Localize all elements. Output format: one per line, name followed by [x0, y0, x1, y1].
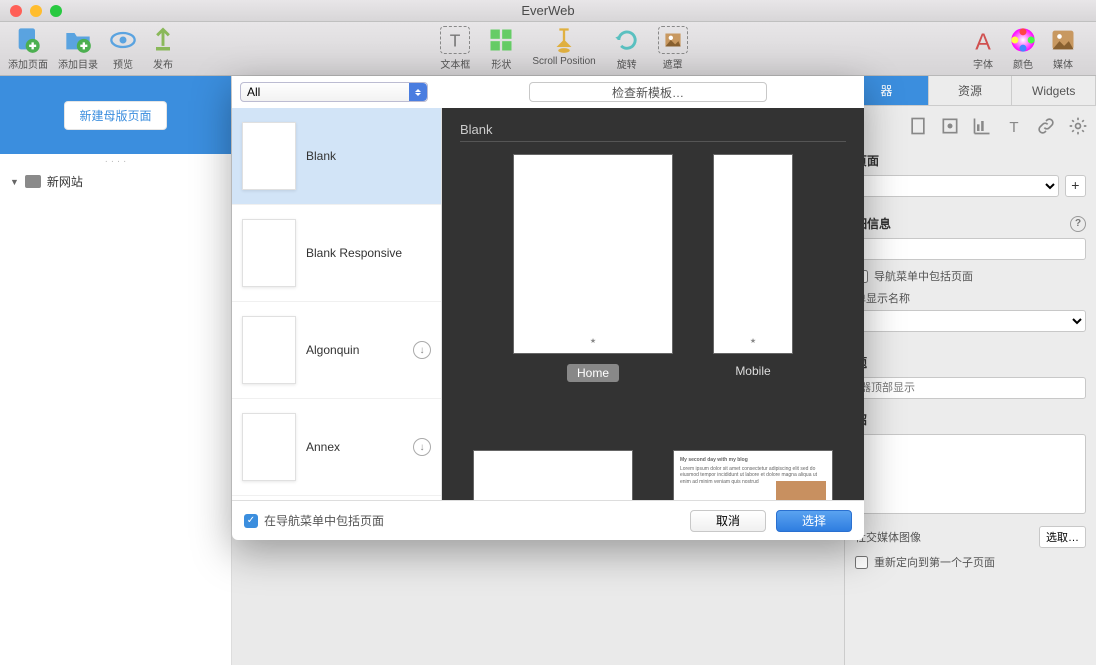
- preview-home[interactable]: ★ Home: [513, 154, 673, 382]
- template-item-annex[interactable]: Annex ↓: [232, 399, 441, 496]
- download-icon[interactable]: ↓: [413, 438, 431, 456]
- theme-section-header: 题: [855, 354, 1086, 371]
- template-thumb: [242, 413, 296, 481]
- add-directory-button[interactable]: 添加目录: [58, 26, 98, 71]
- page-select[interactable]: [855, 175, 1059, 197]
- sidebar-divider: · · · ·: [0, 154, 231, 169]
- browser-top-input[interactable]: [855, 377, 1086, 399]
- sidebar: 新建母版页面 · · · · ▼ 新网站: [0, 76, 232, 665]
- template-thumb: [242, 219, 296, 287]
- svg-text:T: T: [1009, 119, 1018, 136]
- new-master-button[interactable]: 新建母版页面: [64, 101, 166, 130]
- template-preview: Blank ★ Home ★ Mobile My second day with…: [442, 108, 864, 500]
- svg-text:A: A: [975, 28, 991, 54]
- preview-title: Blank: [460, 122, 846, 142]
- preview-page-3[interactable]: My second day with my blog Lorem ipsum d…: [673, 450, 833, 500]
- include-nav-checkbox[interactable]: ✓: [244, 514, 258, 528]
- nav-display-select[interactable]: [855, 310, 1086, 332]
- zoom-icon[interactable]: [50, 5, 62, 17]
- site-label: 新网站: [47, 173, 83, 190]
- intro-textarea[interactable]: [855, 434, 1086, 514]
- titlebar: EverWeb: [0, 0, 1096, 22]
- tab-resources[interactable]: 资源: [929, 76, 1013, 105]
- template-chooser-modal: All 检查新模板… Blank Blank Responsive Algonq…: [232, 76, 864, 540]
- page-icon[interactable]: [908, 116, 928, 136]
- cancel-button[interactable]: 取消: [690, 510, 766, 532]
- choose-button[interactable]: 选择: [776, 510, 852, 532]
- media-button[interactable]: 媒体: [1048, 26, 1078, 71]
- preview-page-2[interactable]: [473, 450, 633, 500]
- redirect-label: 重新定向到第一个子页面: [874, 554, 995, 570]
- chevron-down-icon: ▼: [10, 177, 19, 187]
- check-templates-button[interactable]: 检查新模板…: [529, 82, 767, 102]
- textbox-button[interactable]: T 文本框: [440, 26, 470, 71]
- template-thumb: [242, 122, 296, 190]
- sidebar-item-site[interactable]: ▼ 新网站: [0, 169, 231, 194]
- social-img-label: 社交媒体图像: [855, 529, 1033, 545]
- rotate-button[interactable]: 旋转: [612, 26, 642, 71]
- close-icon[interactable]: [10, 5, 22, 17]
- sidebar-header: 新建母版页面: [0, 76, 231, 154]
- template-item-blank[interactable]: Blank: [232, 108, 441, 205]
- metrics-icon[interactable]: [972, 116, 992, 136]
- scroll-position-button[interactable]: Scroll Position: [532, 26, 595, 71]
- right-panel: 器 资源 Widgets T 页面 + 细信息 ?: [844, 76, 1096, 665]
- dropdown-arrow-icon: [409, 83, 427, 101]
- template-item-blank-responsive[interactable]: Blank Responsive: [232, 205, 441, 302]
- gear-icon[interactable]: [1068, 116, 1088, 136]
- nav-include-label: 导航菜单中包括页面: [874, 268, 973, 284]
- template-item-algonquin[interactable]: Algonquin ↓: [232, 302, 441, 399]
- publish-button[interactable]: 发布: [148, 26, 178, 71]
- template-filter-dropdown[interactable]: All: [240, 82, 428, 102]
- window-controls: [10, 5, 62, 17]
- main-toolbar: 添加页面 添加目录 预览 发布 T 文本框 形状 Scroll Position…: [0, 22, 1096, 76]
- intro-section-header: 绍: [855, 411, 1086, 428]
- tab-widgets[interactable]: Widgets: [1012, 76, 1096, 105]
- shape-square-icon[interactable]: [940, 116, 960, 136]
- template-list: Blank Blank Responsive Algonquin ↓ Annex…: [232, 108, 442, 500]
- svg-text:T: T: [450, 31, 461, 51]
- preview-button[interactable]: 预览: [108, 26, 138, 71]
- preview-mobile[interactable]: ★ Mobile: [713, 154, 793, 382]
- select-image-button[interactable]: 选取…: [1039, 526, 1086, 548]
- redirect-checkbox[interactable]: [855, 556, 868, 569]
- font-button[interactable]: A 字体: [968, 26, 998, 71]
- include-nav-label: 在导航菜单中包括页面: [264, 512, 384, 529]
- help-icon[interactable]: ?: [1070, 216, 1086, 232]
- page-section-header: 页面: [855, 152, 1086, 169]
- text-icon[interactable]: T: [1004, 116, 1024, 136]
- color-button[interactable]: 颜色: [1008, 26, 1038, 71]
- shape-button[interactable]: 形状: [486, 26, 516, 71]
- detail-input[interactable]: [855, 238, 1086, 260]
- add-page-button[interactable]: 添加页面: [8, 26, 48, 71]
- nav-display-label: 单显示名称: [855, 290, 1086, 306]
- mask-button[interactable]: 遮罩: [658, 26, 688, 71]
- add-button[interactable]: +: [1065, 175, 1086, 197]
- link-icon[interactable]: [1036, 116, 1056, 136]
- minimize-icon[interactable]: [30, 5, 42, 17]
- window-title: EverWeb: [0, 3, 1096, 18]
- folder-icon: [25, 175, 41, 188]
- template-thumb: [242, 316, 296, 384]
- download-icon[interactable]: ↓: [413, 341, 431, 359]
